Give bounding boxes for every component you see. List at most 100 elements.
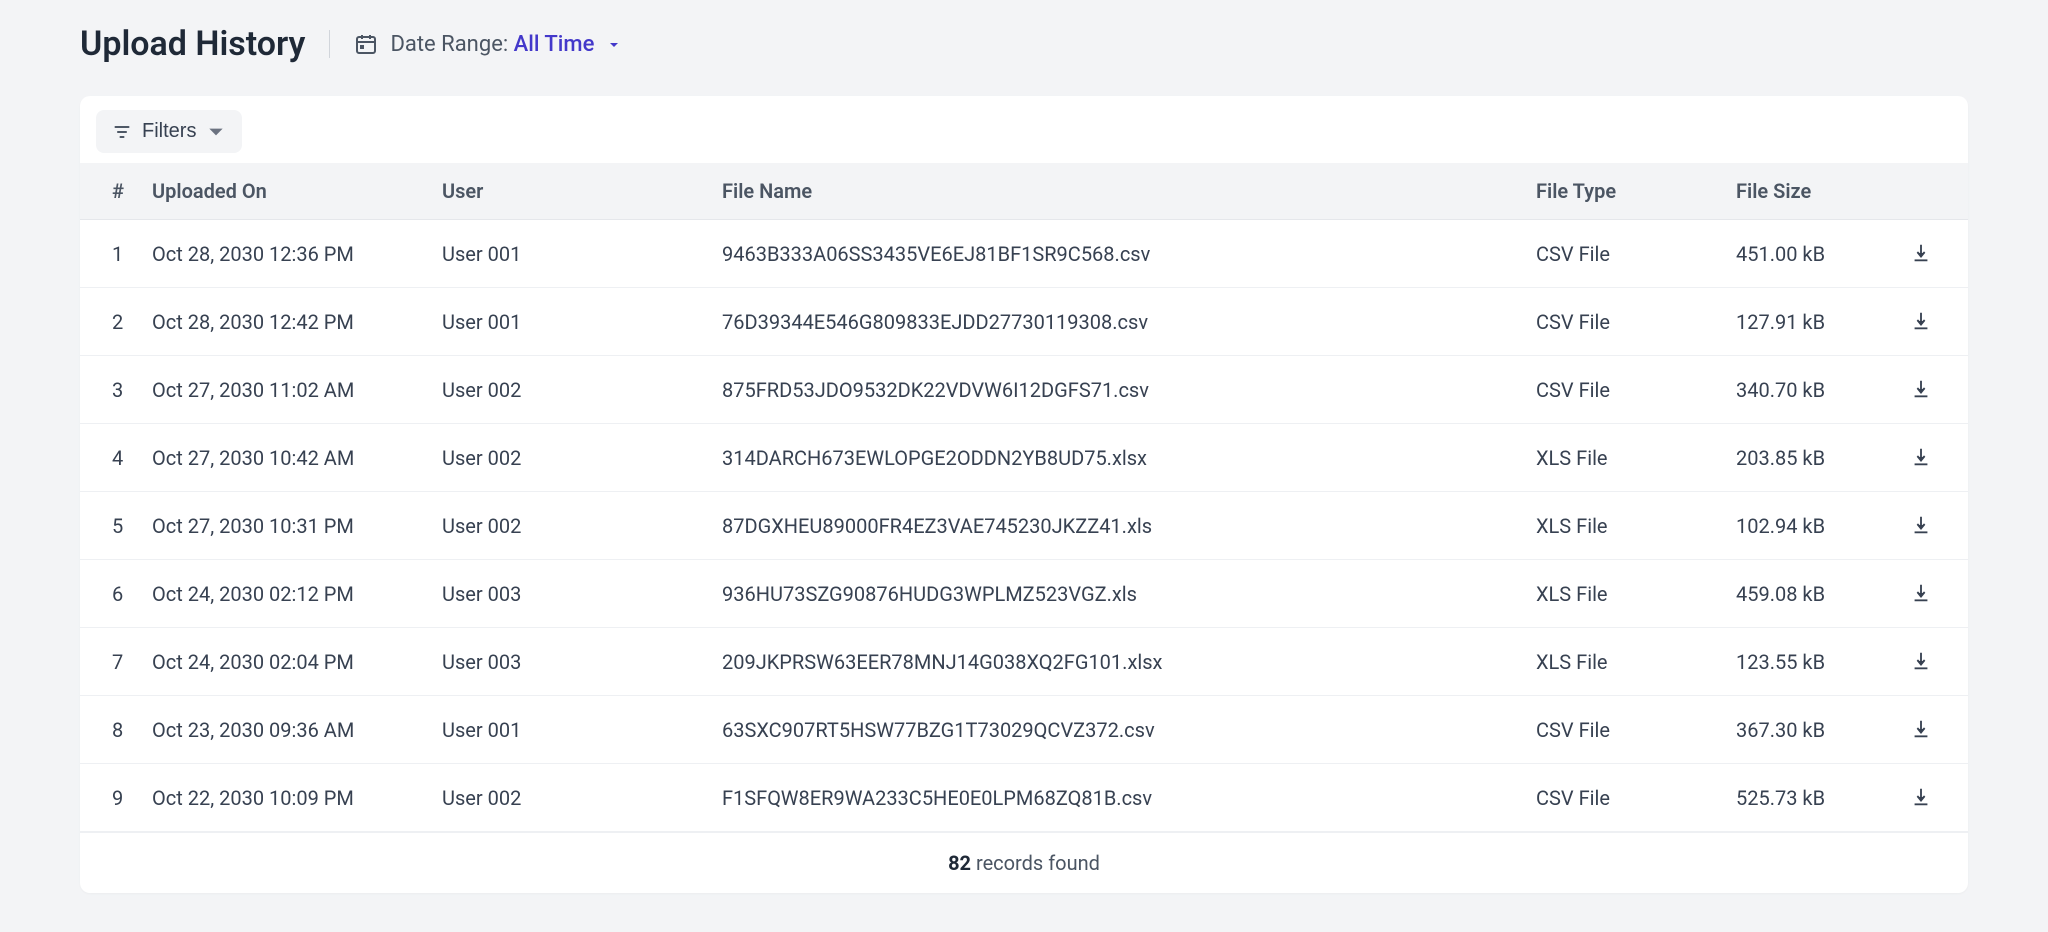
download-icon [1910,446,1932,468]
download-button[interactable] [1906,714,1936,744]
cell-uploaded-on: Oct 24, 2030 02:04 PM [140,628,430,696]
cell-user: User 001 [430,220,710,288]
cell-uploaded-on: Oct 27, 2030 10:42 AM [140,424,430,492]
cell-file-name: 9463B333A06SS3435VE6EJ81BF1SR9C568.csv [710,220,1524,288]
cell-file-type: XLS File [1524,628,1724,696]
page-header: Upload History Date Range: All Time [80,24,1968,64]
cell-file-name: 63SXC907RT5HSW77BZG1T73029QCVZ372.csv [710,696,1524,764]
table-row: 1Oct 28, 2030 12:36 PMUser 0019463B333A0… [80,220,1968,288]
cell-file-size: 459.08 kB [1724,560,1894,628]
cell-file-type: CSV File [1524,356,1724,424]
cell-file-size: 367.30 kB [1724,696,1894,764]
table-row: 6Oct 24, 2030 02:12 PMUser 003936HU73SZG… [80,560,1968,628]
cell-user: User 001 [430,288,710,356]
cell-uploaded-on: Oct 28, 2030 12:36 PM [140,220,430,288]
filters-button[interactable]: Filters [96,110,242,153]
cell-user: User 002 [430,764,710,832]
cell-index: 2 [80,288,140,356]
col-actions [1894,163,1968,220]
download-button[interactable] [1906,442,1936,472]
cell-file-type: CSV File [1524,288,1724,356]
filter-icon [112,122,132,142]
records-footer: 82 records found [80,832,1968,893]
cell-index: 4 [80,424,140,492]
cell-user: User 001 [430,696,710,764]
records-suffix: records found [971,851,1100,875]
records-count: 82 [948,851,971,875]
download-button[interactable] [1906,646,1936,676]
cell-index: 3 [80,356,140,424]
cell-index: 8 [80,696,140,764]
cell-file-size: 451.00 kB [1724,220,1894,288]
cell-file-type: XLS File [1524,424,1724,492]
download-icon [1910,514,1932,536]
cell-file-name: 875FRD53JDO9532DK22VDVW6I12DGFS71.csv [710,356,1524,424]
cell-index: 5 [80,492,140,560]
cell-index: 7 [80,628,140,696]
cell-file-size: 525.73 kB [1724,764,1894,832]
cell-user: User 002 [430,492,710,560]
download-icon [1910,786,1932,808]
cell-user: User 003 [430,628,710,696]
download-button[interactable] [1906,306,1936,336]
table-row: 5Oct 27, 2030 10:31 PMUser 00287DGXHEU89… [80,492,1968,560]
col-file-type: File Type [1524,163,1724,220]
filters-label: Filters [142,120,196,143]
cell-uploaded-on: Oct 27, 2030 11:02 AM [140,356,430,424]
chevron-down-icon [206,122,226,142]
col-index: # [80,163,140,220]
cell-file-name: 87DGXHEU89000FR4EZ3VAE745230JKZZ41.xls [710,492,1524,560]
cell-index: 6 [80,560,140,628]
cell-user: User 002 [430,424,710,492]
download-button[interactable] [1906,374,1936,404]
download-icon [1910,718,1932,740]
cell-file-type: CSV File [1524,696,1724,764]
cell-uploaded-on: Oct 27, 2030 10:31 PM [140,492,430,560]
col-user: User [430,163,710,220]
download-icon [1910,242,1932,264]
cell-file-size: 340.70 kB [1724,356,1894,424]
cell-file-type: CSV File [1524,220,1724,288]
col-file-name: File Name [710,163,1524,220]
cell-index: 1 [80,220,140,288]
download-icon [1910,650,1932,672]
table-row: 3Oct 27, 2030 11:02 AMUser 002875FRD53JD… [80,356,1968,424]
page-title: Upload History [80,24,305,64]
cell-file-name: 76D39344E546G809833EJDD27730119308.csv [710,288,1524,356]
download-button[interactable] [1906,510,1936,540]
download-button[interactable] [1906,578,1936,608]
cell-file-name: 936HU73SZG90876HUDG3WPLMZ523VGZ.xls [710,560,1524,628]
download-button[interactable] [1906,238,1936,268]
table-row: 4Oct 27, 2030 10:42 AMUser 002314DARCH67… [80,424,1968,492]
cell-user: User 003 [430,560,710,628]
download-button[interactable] [1906,782,1936,812]
table-row: 7Oct 24, 2030 02:04 PMUser 003209JKPRSW6… [80,628,1968,696]
table-row: 9Oct 22, 2030 10:09 PMUser 002F1SFQW8ER9… [80,764,1968,832]
calendar-icon [354,32,378,56]
cell-uploaded-on: Oct 28, 2030 12:42 PM [140,288,430,356]
chevron-down-icon [608,32,620,57]
header-divider [329,30,330,58]
cell-file-name: F1SFQW8ER9WA233C5HE0E0LPM68ZQ81B.csv [710,764,1524,832]
table-body: 1Oct 28, 2030 12:36 PMUser 0019463B333A0… [80,220,1968,832]
cell-uploaded-on: Oct 23, 2030 09:36 AM [140,696,430,764]
cell-file-type: XLS File [1524,560,1724,628]
cell-file-size: 203.85 kB [1724,424,1894,492]
cell-file-type: XLS File [1524,492,1724,560]
table-row: 2Oct 28, 2030 12:42 PMUser 00176D39344E5… [80,288,1968,356]
upload-history-card: Filters # Uploaded On User File Name Fil… [80,96,1968,893]
cell-uploaded-on: Oct 24, 2030 02:12 PM [140,560,430,628]
col-file-size: File Size [1724,163,1894,220]
cell-file-name: 314DARCH673EWLOPGE2ODDN2YB8UD75.xlsx [710,424,1524,492]
download-icon [1910,378,1932,400]
cell-uploaded-on: Oct 22, 2030 10:09 PM [140,764,430,832]
table-header: # Uploaded On User File Name File Type F… [80,163,1968,220]
cell-file-type: CSV File [1524,764,1724,832]
cell-user: User 002 [430,356,710,424]
col-uploaded-on: Uploaded On [140,163,430,220]
cell-file-name: 209JKPRSW63EER78MNJ14G038XQ2FG101.xlsx [710,628,1524,696]
date-range-selector[interactable]: Date Range: All Time [354,32,620,57]
filters-bar: Filters [80,96,1968,163]
cell-file-size: 127.91 kB [1724,288,1894,356]
date-range-value: All Time [514,32,595,57]
